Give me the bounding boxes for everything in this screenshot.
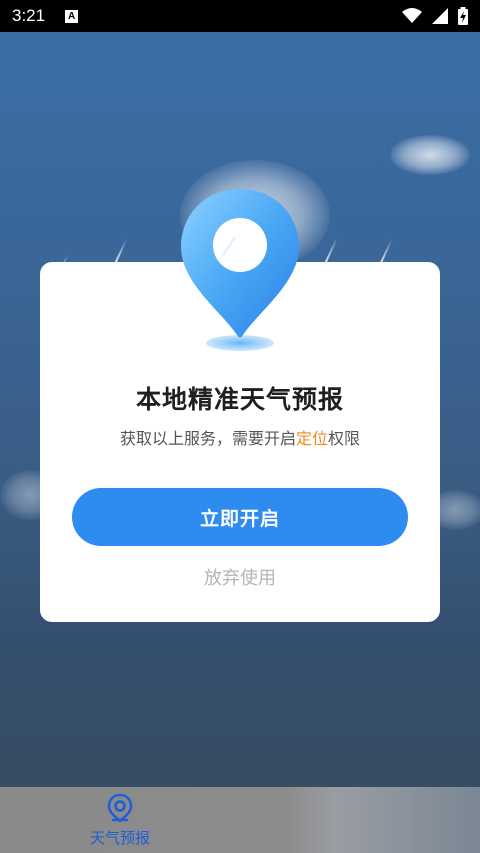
background-cloud <box>390 135 470 175</box>
nav-label-weather: 天气预报 <box>89 829 150 847</box>
location-pin-icon <box>107 793 133 823</box>
nav-item-weather[interactable]: 天气预报 <box>80 793 160 849</box>
enable-location-button[interactable]: 立即开启 <box>72 488 408 546</box>
signal-icon <box>432 8 448 24</box>
rain-streak <box>114 238 128 264</box>
battery-charging-icon <box>458 7 468 25</box>
bottom-navigation: 天气预报 <box>0 787 480 853</box>
dialog-subtitle: 获取以上服务，需要开启定位权限 <box>40 425 440 449</box>
notification-a-icon: A <box>65 9 79 23</box>
subtitle-highlight: 定位 <box>295 429 328 448</box>
subtitle-text-end: 权限 <box>328 429 361 448</box>
rain-streak <box>323 236 339 266</box>
app-screen: 3:21 A 本地精准天气预报 获取以上服务，需要开启定位权限 立即开启 放弃使… <box>0 0 480 853</box>
status-bar: 3:21 A <box>0 0 480 32</box>
status-time: 3:21 <box>12 6 46 25</box>
location-pin-icon <box>181 189 299 351</box>
wifi-icon <box>402 8 422 23</box>
dialog-title: 本地精准天气预报 <box>135 385 344 414</box>
subtitle-text: 获取以上服务，需要开启 <box>119 429 296 448</box>
dismiss-link[interactable]: 放弃使用 <box>40 564 440 590</box>
